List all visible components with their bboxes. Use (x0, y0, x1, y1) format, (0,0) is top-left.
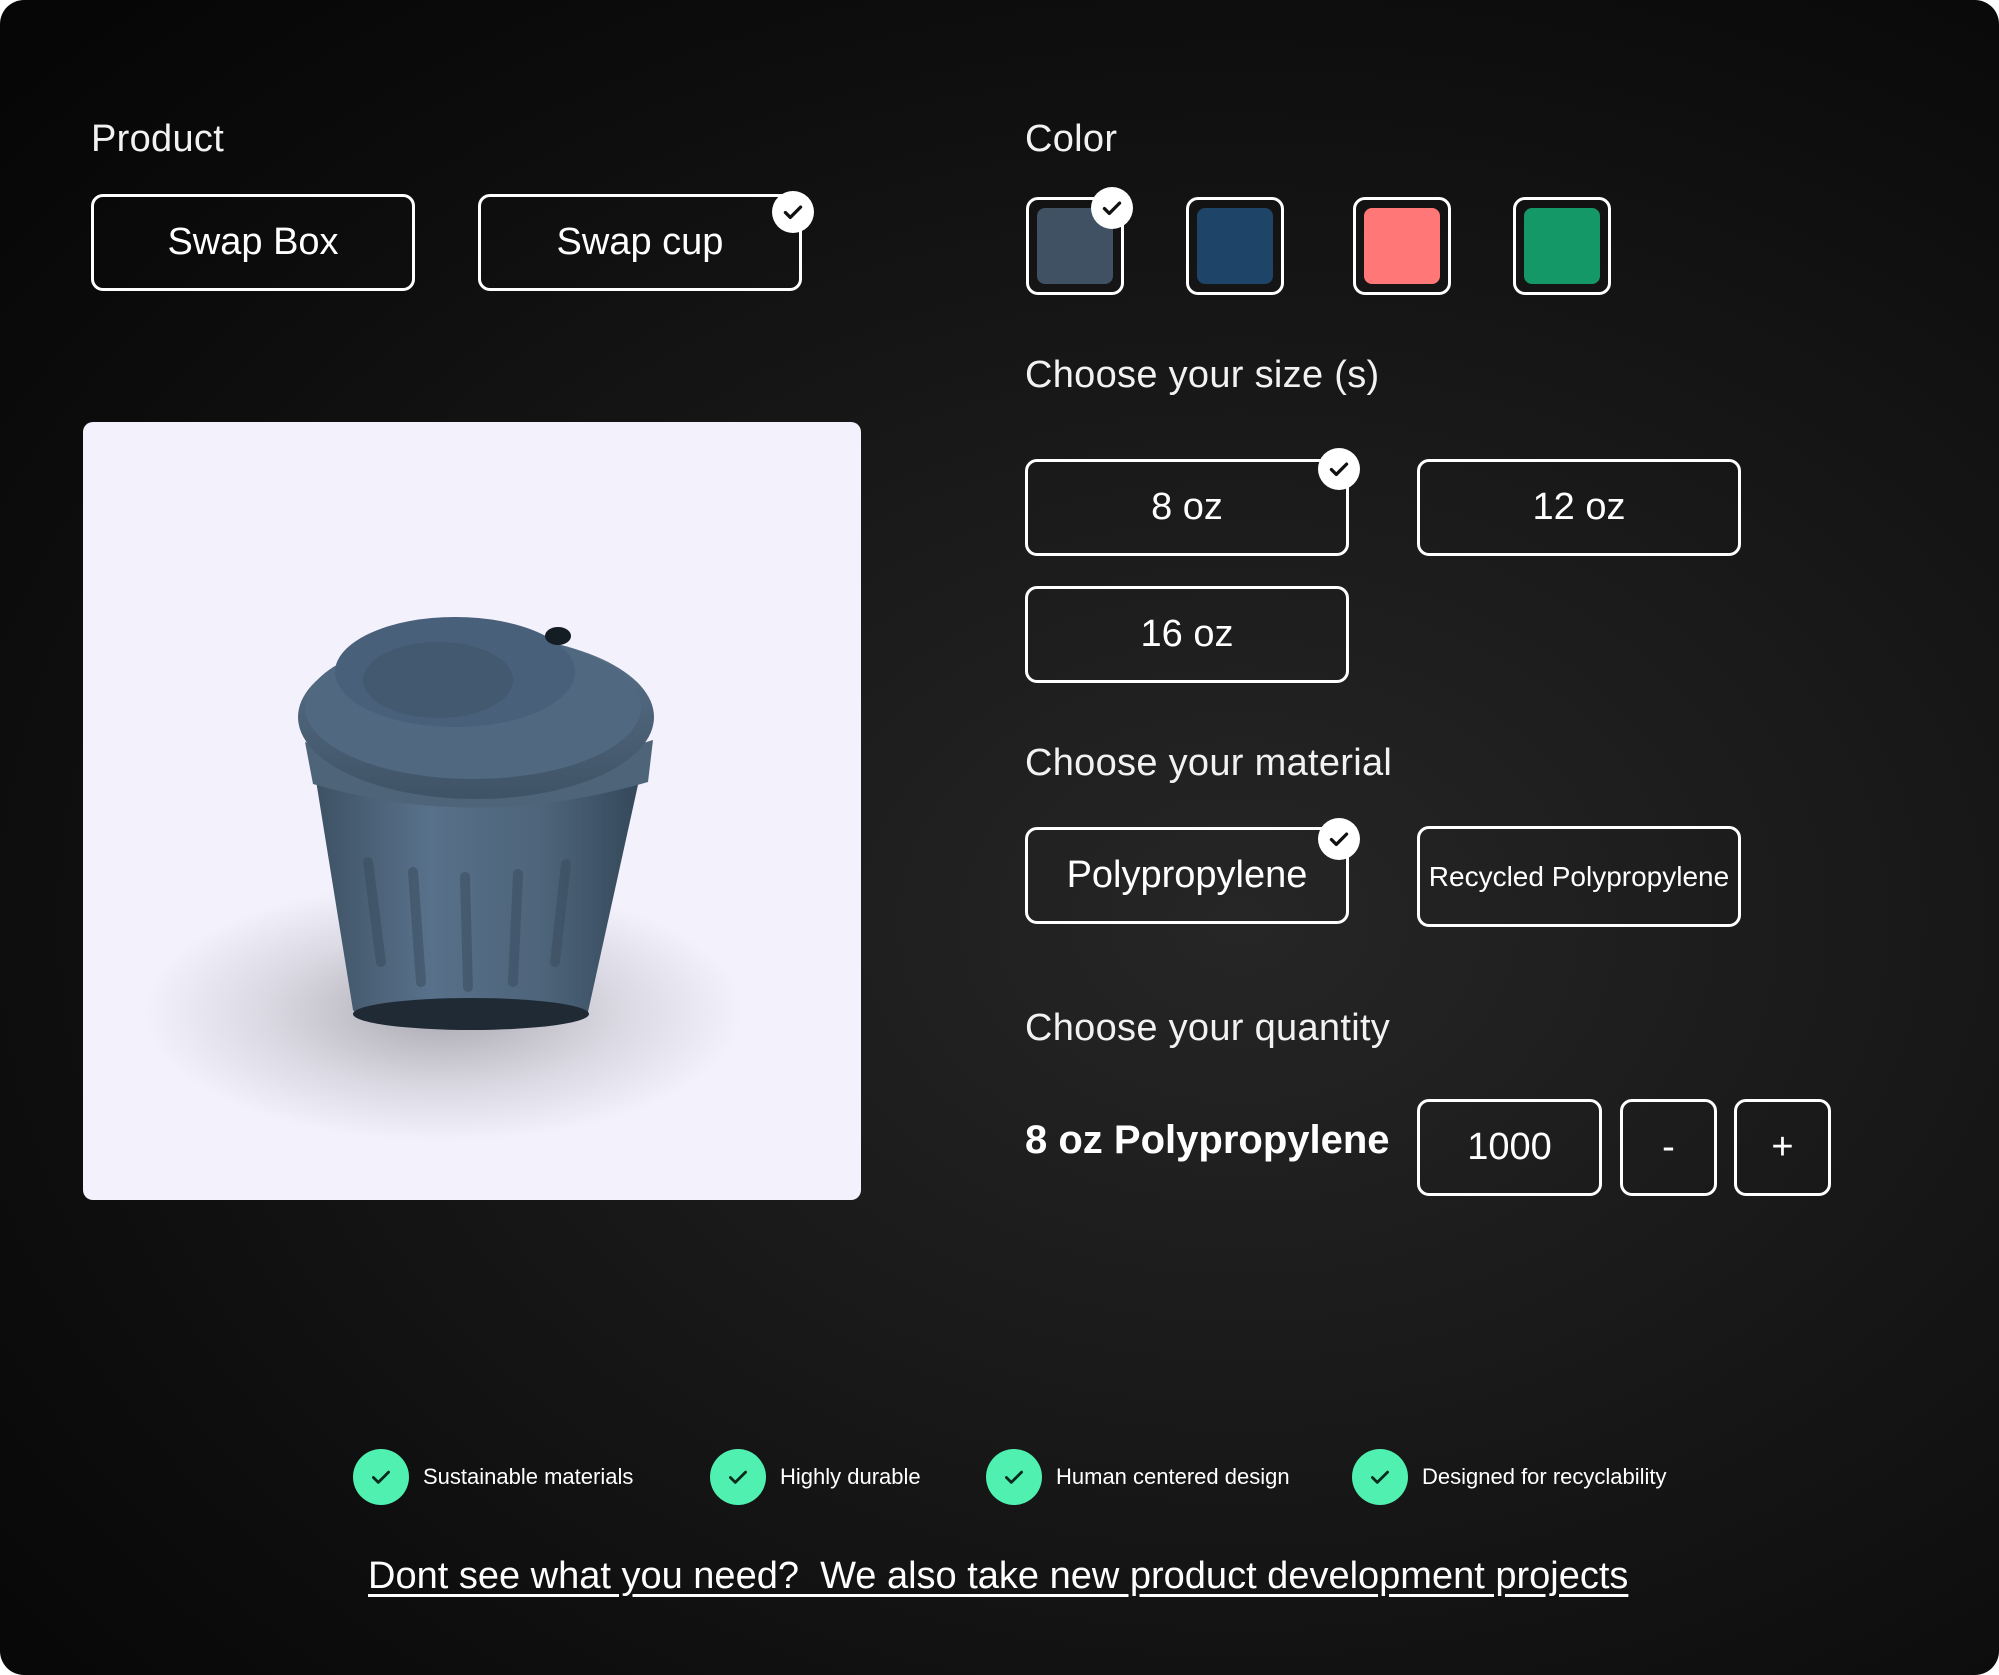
product-option-label: Swap cup (556, 221, 724, 263)
size-option-label: 16 oz (1140, 613, 1234, 655)
product-option-swap-cup[interactable]: Swap cup (478, 194, 802, 291)
check-icon (1091, 187, 1133, 229)
check-icon (772, 191, 814, 233)
material-section-label: Choose your material (1025, 742, 1393, 784)
product-option-label: Swap Box (167, 221, 339, 263)
feature-label: Designed for recyclability (1422, 1464, 1667, 1489)
size-option-label: 12 oz (1532, 486, 1626, 528)
color-swatch-navy[interactable] (1186, 197, 1284, 295)
swatch-fill (1364, 208, 1440, 284)
product-image (83, 422, 861, 1200)
material-option-label: Recycled Polypropylene (1428, 860, 1730, 892)
color-section-label: Color (1025, 118, 1118, 160)
swatch-fill (1524, 208, 1600, 284)
size-section-label: Choose your size (s) (1025, 354, 1380, 396)
check-circle-icon (710, 1449, 766, 1505)
color-swatch-coral[interactable] (1353, 197, 1451, 295)
product-option-swap-box[interactable]: Swap Box (91, 194, 415, 291)
size-option-8oz[interactable]: 8 oz (1025, 459, 1349, 556)
configurator-panel: Product Swap Box Swap cup Color Choose y… (0, 0, 1999, 1675)
check-circle-icon (353, 1449, 409, 1505)
color-swatch-green[interactable] (1513, 197, 1611, 295)
feature-sustainable: Sustainable materials (353, 1449, 633, 1505)
quantity-increment-button[interactable]: + (1734, 1099, 1831, 1196)
size-option-12oz[interactable]: 12 oz (1417, 459, 1741, 556)
swatch-fill (1197, 208, 1273, 284)
check-icon (1318, 818, 1360, 860)
material-option-recycled-polypropylene[interactable]: Recycled Polypropylene (1417, 826, 1741, 927)
check-circle-icon (1352, 1449, 1408, 1505)
quantity-decrement-button[interactable]: - (1620, 1099, 1717, 1196)
quantity-section-label: Choose your quantity (1025, 1007, 1391, 1049)
material-option-polypropylene[interactable]: Polypropylene (1025, 827, 1349, 924)
check-circle-icon (986, 1449, 1042, 1505)
size-option-16oz[interactable]: 16 oz (1025, 586, 1349, 683)
feature-recyclability: Designed for recyclability (1352, 1449, 1667, 1505)
quantity-value: 1000 (1467, 1126, 1552, 1168)
product-section-label: Product (91, 118, 225, 160)
quantity-item-label: 8 oz Polypropylene (1025, 1118, 1390, 1162)
check-icon (1318, 448, 1360, 490)
decrement-label: - (1662, 1126, 1675, 1168)
new-product-development-link[interactable]: Dont see what you need? We also take new… (368, 1555, 1628, 1598)
feature-label: Sustainable materials (423, 1464, 634, 1489)
size-option-label: 8 oz (1151, 486, 1223, 528)
feature-label: Human centered design (1056, 1464, 1290, 1489)
quantity-input[interactable]: 1000 (1417, 1099, 1602, 1196)
feature-human-centered: Human centered design (986, 1449, 1290, 1505)
material-option-label: Polypropylene (1066, 854, 1308, 896)
feature-durable: Highly durable (710, 1449, 921, 1505)
increment-label: + (1771, 1126, 1794, 1168)
swap-cup-illustration (143, 617, 743, 1142)
feature-label: Highly durable (780, 1464, 921, 1489)
